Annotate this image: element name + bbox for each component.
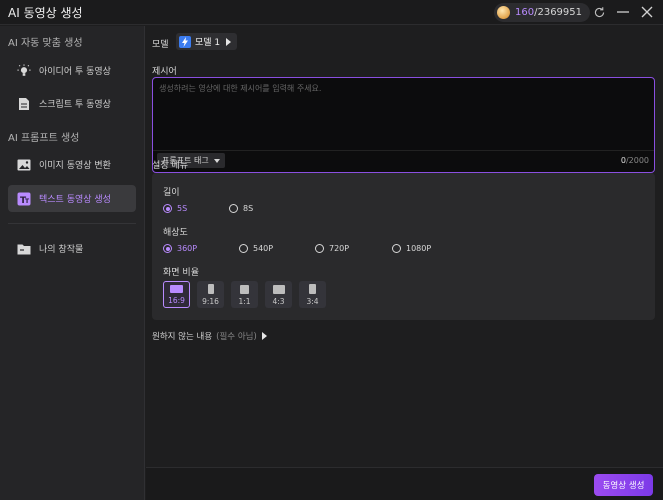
main-panel: 모델 모델 1 제시어 생성하려는 영상에 대한 제시어를 입력해 주세요. 프… [146, 26, 663, 500]
length-label: 길이 [163, 188, 180, 198]
ratio-option-4-3[interactable]: 4:3 [265, 281, 292, 308]
negative-prompt-label: 원하지 않는 내용 [152, 332, 213, 342]
ratio-9-16-icon [207, 284, 214, 294]
radio-icon [315, 244, 324, 253]
model-value: 모델 1 [195, 38, 221, 48]
chevron-right-icon [261, 332, 267, 340]
negative-prompt-optional: (필수 아님) [216, 332, 257, 342]
prompt-label: 제시어 [152, 67, 177, 77]
option-label: 360P [177, 244, 198, 253]
lightbulb-icon [17, 63, 31, 78]
ratio-option-9-16[interactable]: 9:16 [197, 281, 224, 308]
radio-selected-icon [163, 244, 172, 253]
ratio-3-4-icon [309, 284, 316, 294]
folder-icon [17, 242, 31, 256]
ratio-option-16-9[interactable]: 16:9 [163, 281, 190, 308]
option-label: 8S [243, 204, 254, 213]
sidebar-item-image-to-video[interactable]: 이미지 동영상 변환 [8, 151, 136, 178]
option-label: 1080P [406, 244, 432, 253]
option-label: 5S [177, 204, 188, 213]
option-label: 9:16 [202, 297, 219, 306]
prompt-placeholder: 생성하려는 영상에 대한 제시어를 입력해 주세요. [159, 84, 322, 93]
option-label: 540P [253, 244, 274, 253]
resolution-option-360p[interactable]: 360P [163, 244, 197, 253]
radio-selected-icon [163, 204, 172, 213]
chevron-right-icon [226, 37, 232, 46]
ratio-16-9-icon [170, 285, 183, 293]
option-label: 16:9 [168, 296, 185, 305]
resolution-option-720p[interactable]: 720P [315, 244, 349, 253]
sidebar-item-idea-to-video[interactable]: 아이디어 투 동영상 [8, 57, 136, 84]
text-icon: TT [17, 192, 31, 206]
resolution-label: 해상도 [163, 228, 188, 238]
negative-prompt-toggle[interactable]: 원하지 않는 내용 (필수 아님) [152, 330, 267, 342]
sidebar-item-label: 나의 창작물 [39, 245, 84, 255]
ratio-option-3-4[interactable]: 3:4 [299, 281, 326, 308]
prompt-divider [153, 150, 654, 151]
model-selector[interactable]: 모델 1 [176, 33, 238, 50]
generate-button-label: 동영상 생성 [602, 481, 645, 491]
sidebar-item-label: 아이디어 투 동영상 [39, 67, 111, 77]
ratio-1-1-icon [240, 285, 249, 294]
lightning-icon [179, 35, 191, 48]
app-title: AI 동영상 생성 [8, 5, 83, 20]
prompt-input[interactable]: 생성하려는 영상에 대한 제시어를 입력해 주세요. 프롬프트 태그 0/200… [152, 77, 655, 173]
char-count-max: /2000 [625, 156, 649, 165]
close-icon[interactable] [639, 4, 655, 20]
minimize-icon[interactable] [615, 4, 631, 20]
credits-badge[interactable]: 160 /2369951 [494, 3, 590, 22]
sidebar-item-label: 텍스트 동영상 생성 [39, 195, 111, 205]
sidebar-item-label: 이미지 동영상 변환 [39, 161, 111, 171]
bottom-bar: 동영상 생성 [146, 467, 663, 500]
ratio-4-3-icon [272, 285, 285, 294]
sidebar-item-my-creations[interactable]: 나의 창작물 [8, 235, 136, 262]
radio-icon [229, 204, 238, 213]
chevron-down-icon [213, 158, 220, 163]
option-label: 3:4 [306, 297, 319, 306]
resolution-option-1080p[interactable]: 1080P [392, 244, 431, 253]
sidebar-item-text-to-video[interactable]: TT 텍스트 동영상 생성 [8, 185, 136, 212]
resolution-option-540p[interactable]: 540P [239, 244, 273, 253]
option-label: 720P [329, 244, 350, 253]
title-bar: AI 동영상 생성 160 /2369951 [0, 0, 663, 25]
sidebar-section-auto: AI 자동 맞춤 생성 [8, 38, 83, 49]
length-option-5s[interactable]: 5S [163, 204, 187, 213]
sidebar-item-label: 스크립트 투 동영상 [39, 100, 111, 110]
ratio-option-1-1[interactable]: 1:1 [231, 281, 258, 308]
document-icon [17, 97, 31, 111]
model-label: 모델 [152, 40, 169, 50]
coin-icon [497, 6, 510, 19]
settings-label: 설정 메뉴 [152, 161, 188, 171]
option-label: 1:1 [238, 297, 251, 306]
length-option-8s[interactable]: 8S [229, 204, 253, 213]
ratio-label: 화면 비율 [163, 268, 199, 278]
radio-icon [239, 244, 248, 253]
generate-video-button[interactable]: 동영상 생성 [594, 474, 653, 496]
sidebar-divider [8, 223, 136, 224]
char-counter: 0/2000 [621, 156, 649, 165]
credits-total: /2369951 [534, 7, 582, 18]
settings-panel: 길이 5S 8S 해상도 360P 540P 720P 1080P 화면 비율 [152, 173, 655, 320]
option-label: 4:3 [272, 297, 285, 306]
radio-icon [392, 244, 401, 253]
sidebar-section-prompt: AI 프롬프트 생성 [8, 133, 80, 144]
image-icon [17, 158, 31, 172]
credits-used: 160 [515, 7, 535, 18]
sidebar-item-script-to-video[interactable]: 스크립트 투 동영상 [8, 90, 136, 117]
sidebar: AI 자동 맞춤 생성 아이디어 투 동영상 스크립트 투 동영상 AI 프롬프… [0, 26, 145, 500]
refresh-icon[interactable] [591, 4, 607, 20]
